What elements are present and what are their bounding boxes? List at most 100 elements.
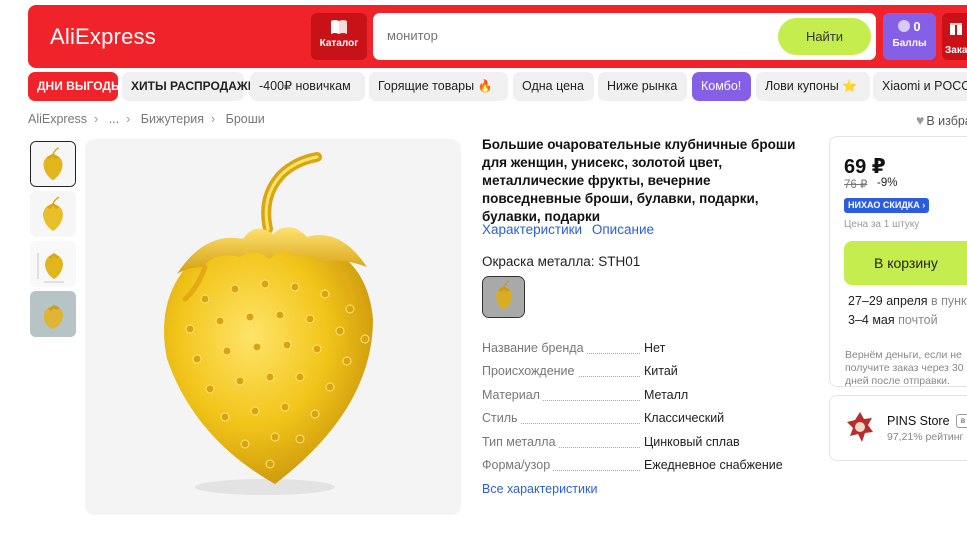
buy-box: 69 ₽ 76 ₽ -9% НИХАО СКИДКА › Цена за 1 ш… bbox=[829, 136, 967, 387]
points-count: 0 bbox=[913, 19, 921, 34]
book-icon bbox=[331, 20, 347, 34]
catalog-label: Каталог bbox=[319, 38, 359, 49]
spec-key: Материал bbox=[482, 387, 543, 402]
pill-label: Горящие товары bbox=[378, 79, 475, 93]
delivery-date: 27–29 апреля bbox=[848, 294, 928, 308]
color-swatch-sth01[interactable] bbox=[482, 276, 525, 318]
breadcrumb-item[interactable]: Броши bbox=[226, 112, 265, 126]
pill-label: Xiaomi и POCO bbox=[882, 79, 967, 93]
orders-box-icon bbox=[950, 23, 962, 35]
spec-key: Тип металла bbox=[482, 434, 559, 449]
store-name[interactable]: PINS Store bbox=[887, 414, 950, 428]
spec-row: Материал Металл bbox=[482, 387, 812, 411]
thumbnail-2[interactable] bbox=[30, 191, 76, 237]
pill-xiaomi-poco[interactable]: Xiaomi и POCO bbox=[873, 72, 967, 101]
add-to-cart-button[interactable]: В корзину bbox=[844, 241, 967, 285]
delivery-option-post: 3–4 мая почтой bbox=[848, 313, 938, 327]
fire-icon: 🔥 bbox=[477, 79, 493, 93]
store-rating: 97,21% рейтинг bbox=[887, 431, 964, 443]
breadcrumb-item[interactable]: ... bbox=[109, 112, 119, 126]
spec-row: Стиль Классический bbox=[482, 411, 812, 434]
pill-label: ХИТЫ РАСПРОДАЖИ bbox=[131, 79, 257, 93]
strawberry-thumbnail-icon bbox=[31, 142, 75, 186]
pill-label: Комбо! bbox=[701, 79, 742, 93]
wishlist-label: В избранное bbox=[926, 114, 967, 128]
points-button[interactable]: 0 Баллы bbox=[883, 13, 936, 60]
strawberry-size-thumbnail-icon bbox=[30, 241, 76, 287]
chevron-right-icon: › bbox=[94, 112, 99, 126]
coin-icon bbox=[898, 20, 911, 32]
delivery-mode: почтой bbox=[898, 313, 938, 327]
characteristics-link[interactable]: Характеристики bbox=[482, 222, 582, 237]
spec-row: Форма/узор Ежедневное снабжение bbox=[482, 457, 812, 481]
search-button[interactable]: Найти bbox=[778, 18, 871, 55]
spec-row: Происхождение Китай bbox=[482, 364, 812, 387]
store-tag-badge: в bbox=[956, 414, 967, 428]
pill-label: Лови купоны bbox=[765, 79, 839, 93]
top-header: AliExpress Каталог Найти 0 Баллы Заказы bbox=[28, 5, 967, 68]
pill-hot-goods[interactable]: Горящие товары 🔥 bbox=[369, 72, 508, 101]
spec-value: Классический bbox=[644, 411, 725, 426]
spec-value: Ежедневное снабжение bbox=[644, 457, 783, 472]
chevron-right-icon: › bbox=[210, 112, 216, 126]
delivery-mode: в пункт bbox=[931, 294, 967, 308]
thumbnail-4[interactable] bbox=[30, 291, 76, 337]
strawberry-swatch-icon bbox=[483, 277, 524, 317]
discount-percent: -9% bbox=[877, 177, 898, 189]
breadcrumb-item[interactable]: Бижутерия bbox=[141, 112, 204, 126]
product-section-links: Характеристики Описание bbox=[482, 222, 660, 237]
aliexpress-logo[interactable]: AliExpress bbox=[50, 24, 156, 50]
product-main-image[interactable] bbox=[85, 139, 461, 515]
spec-value: Нет bbox=[644, 341, 666, 355]
metal-color-label: Окраска металла: STH01 bbox=[482, 254, 641, 269]
promo-pills-bar: ДНИ ВЫГОДЫ ХИТЫ РАСПРОДАЖИ -400₽ новичка… bbox=[28, 72, 967, 101]
nihao-discount-badge[interactable]: НИХАО СКИДКА › bbox=[844, 198, 930, 213]
description-link[interactable]: Описание bbox=[592, 222, 654, 237]
pill-coupons[interactable]: Лови купоны ⭐ bbox=[756, 72, 870, 101]
orders-label: Заказы bbox=[945, 45, 967, 56]
spec-row: Название бренда Нет bbox=[482, 341, 812, 364]
search-box: Найти bbox=[373, 13, 876, 60]
product-title: Большие очаровательные клубничные броши … bbox=[482, 137, 796, 224]
refund-note: Вернём деньги, если не получите заказ че… bbox=[845, 349, 964, 387]
chevron-right-icon: › bbox=[126, 112, 131, 126]
price-per-unit: Цена за 1 штуку bbox=[844, 219, 920, 230]
pill-benefit-days[interactable]: ДНИ ВЫГОДЫ bbox=[28, 72, 123, 101]
pill-label: ДНИ ВЫГОДЫ bbox=[37, 79, 123, 93]
delivery-date: 3–4 мая bbox=[848, 313, 895, 327]
spec-key: Происхождение bbox=[482, 364, 578, 379]
pill-one-price[interactable]: Одна цена bbox=[513, 72, 594, 101]
all-specs-link[interactable]: Все характеристики bbox=[482, 482, 597, 496]
spec-value: Китай bbox=[644, 364, 678, 379]
points-label: Баллы bbox=[892, 38, 927, 49]
pill-label: Одна цена bbox=[522, 79, 584, 93]
spec-key: Форма/узор bbox=[482, 457, 554, 472]
breadcrumb-item[interactable]: AliExpress bbox=[28, 112, 87, 126]
pill-label: Ниже рынка bbox=[607, 79, 678, 93]
thumbnail-3[interactable] bbox=[30, 241, 76, 287]
spec-row: Тип металла Цинковый сплав bbox=[482, 434, 812, 458]
strawberry-thumbnail-icon bbox=[30, 191, 76, 237]
store-logo-icon bbox=[847, 412, 873, 442]
wishlist-button[interactable]: ♥В избранное bbox=[916, 112, 967, 128]
star-icon: ⭐ bbox=[842, 79, 858, 93]
heart-icon: ♥ bbox=[916, 112, 925, 128]
spec-key: Название бренда bbox=[482, 341, 587, 355]
spec-value: Цинковый сплав bbox=[644, 434, 740, 449]
store-card[interactable]: PINS Store в 97,21% рейтинг bbox=[829, 395, 967, 461]
pill-label: -400₽ новичкам bbox=[259, 79, 351, 93]
pill-combo[interactable]: Комбо! bbox=[692, 72, 751, 101]
thumbnail-1[interactable] bbox=[30, 141, 76, 187]
gold-strawberry-brooch-image bbox=[85, 139, 461, 515]
specs-list: Название бренда Нет Происхождение Китай Ма… bbox=[482, 341, 812, 481]
pill-below-market[interactable]: Ниже рынка bbox=[598, 72, 687, 101]
spec-key: Стиль bbox=[482, 411, 521, 426]
catalog-button[interactable]: Каталог bbox=[311, 13, 367, 60]
strawberry-worn-thumbnail-icon bbox=[30, 291, 76, 337]
delivery-option-pickup: 27–29 апреля в пункт bbox=[848, 294, 967, 308]
pill-sale-hits[interactable]: ХИТЫ РАСПРОДАЖИ bbox=[122, 72, 256, 101]
orders-button[interactable]: Заказы bbox=[942, 13, 967, 60]
pill-newcomers[interactable]: -400₽ новичкам bbox=[250, 72, 365, 101]
spec-value: Металл bbox=[644, 387, 689, 402]
search-input[interactable] bbox=[387, 28, 767, 43]
